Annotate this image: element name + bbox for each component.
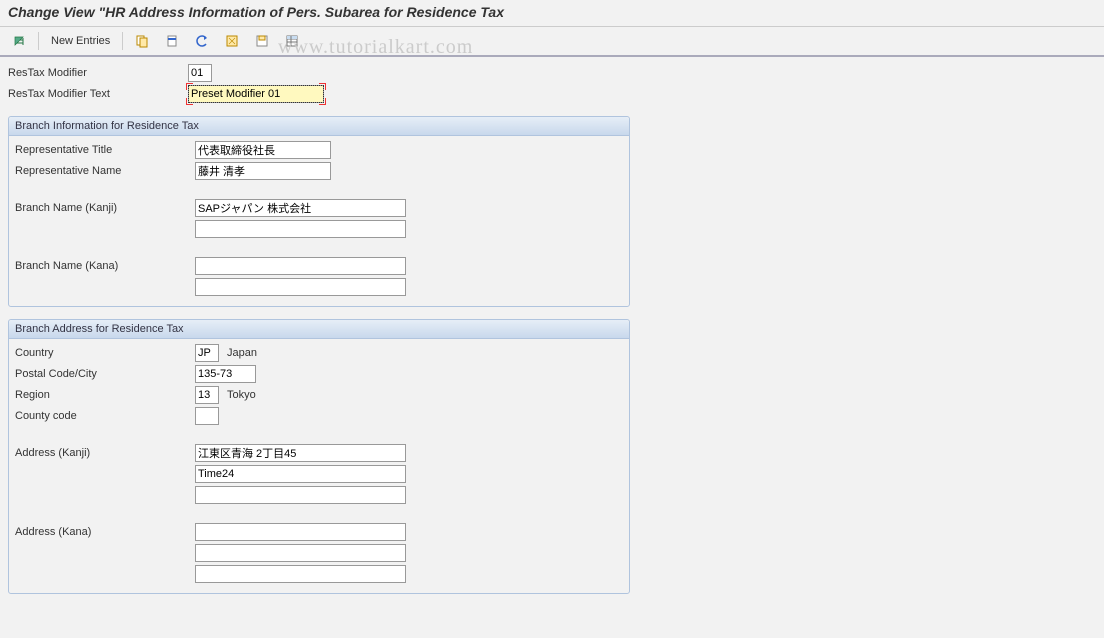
country-field[interactable] xyxy=(195,344,219,362)
page-title: Change View "HR Address Information of P… xyxy=(0,0,1104,27)
postal-field[interactable] xyxy=(195,365,256,383)
rep-title-field[interactable] xyxy=(195,141,331,159)
branch-kana-field-2[interactable] xyxy=(195,278,406,296)
branch-addr-group: Branch Address for Residence Tax Country… xyxy=(8,319,630,594)
restax-modifier-field[interactable] xyxy=(188,64,212,82)
branch-addr-header: Branch Address for Residence Tax xyxy=(9,320,629,339)
country-label: Country xyxy=(15,347,195,359)
branch-info-group: Branch Information for Residence Tax Rep… xyxy=(8,116,630,307)
save-icon[interactable] xyxy=(249,31,275,51)
restax-modifier-text-label: ResTax Modifier Text xyxy=(8,88,188,100)
county-label: County code xyxy=(15,410,195,422)
addr-kana-field-1[interactable] xyxy=(195,523,406,541)
toolbar: New Entries xyxy=(0,27,1104,57)
addr-kana-label: Address (Kana) xyxy=(15,526,195,538)
country-text: Japan xyxy=(227,347,257,359)
table-view-icon[interactable] xyxy=(279,31,305,51)
expand-icon[interactable] xyxy=(6,31,32,51)
copy-as-icon[interactable] xyxy=(129,31,155,51)
rep-name-field[interactable] xyxy=(195,162,331,180)
addr-kanji-field-1[interactable] xyxy=(195,444,406,462)
region-text: Tokyo xyxy=(227,389,256,401)
addr-kanji-field-2[interactable] xyxy=(195,465,406,483)
new-entries-button[interactable]: New Entries xyxy=(45,31,116,51)
region-label: Region xyxy=(15,389,195,401)
addr-kanji-label: Address (Kanji) xyxy=(15,447,195,459)
content-area: ResTax Modifier ResTax Modifier Text Bra… xyxy=(0,57,1104,600)
addr-kana-field-3[interactable] xyxy=(195,565,406,583)
delete-icon[interactable] xyxy=(159,31,185,51)
branch-kanji-label: Branch Name (Kanji) xyxy=(15,202,195,214)
select-all-icon[interactable] xyxy=(219,31,245,51)
branch-kanji-field-1[interactable] xyxy=(195,199,406,217)
addr-kanji-field-3[interactable] xyxy=(195,486,406,504)
restax-modifier-label: ResTax Modifier xyxy=(8,67,188,79)
branch-kanji-field-2[interactable] xyxy=(195,220,406,238)
rep-title-label: Representative Title xyxy=(15,144,195,156)
restax-modifier-text-field[interactable] xyxy=(188,85,324,103)
branch-info-header: Branch Information for Residence Tax xyxy=(9,117,629,136)
postal-label: Postal Code/City xyxy=(15,368,195,380)
region-field[interactable] xyxy=(195,386,219,404)
rep-name-label: Representative Name xyxy=(15,165,195,177)
branch-kana-label: Branch Name (Kana) xyxy=(15,260,195,272)
county-field[interactable] xyxy=(195,407,219,425)
branch-kana-field-1[interactable] xyxy=(195,257,406,275)
addr-kana-field-2[interactable] xyxy=(195,544,406,562)
undo-icon[interactable] xyxy=(189,31,215,51)
